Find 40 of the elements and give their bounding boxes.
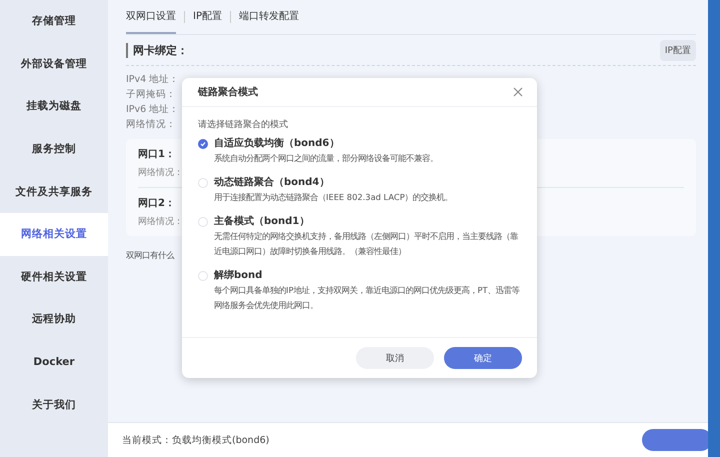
option-title: 动态链路聚合（bond4） (214, 176, 330, 190)
option-title: 自适应负载均衡（bond6） (214, 137, 340, 151)
tab[interactable]: IP配置 (193, 0, 222, 34)
radio-button[interactable] (198, 139, 208, 149)
sidebar-item[interactable]: 硬件相关设置 (0, 256, 108, 298)
sidebar-item[interactable]: Docker (0, 340, 108, 384)
sidebar-item[interactable]: 挂载为磁盘 (0, 85, 108, 128)
sidebar-item[interactable]: 外部设备管理 (0, 42, 108, 86)
dialog-prompt: 请选择链路聚合的模式 (198, 118, 289, 131)
info-label: 网络情况： (126, 118, 176, 131)
dialog-title: 链路聚合模式 (198, 86, 258, 99)
info-label: 子网掩码： (126, 88, 176, 101)
current-mode-text: 当前模式：负载均衡模式(bond6) (122, 434, 270, 446)
option-description: 每个网口具备单独的IP地址，支持双网关，靠近电源口的网口优先级更高，PT、迅雷等网络服务会优先使用此网口。 (214, 284, 521, 312)
port-name: 网口2： (138, 197, 175, 210)
option-description: 无需任何特定的网络交换机支持，备用线路（左侧网口）平时不启用，当主要线路（靠近电源口网口）故障时切换备用线路。（兼容性最佳） (214, 230, 520, 258)
option-title: 主备模式（bond1） (214, 215, 310, 229)
sidebar-item[interactable]: 远程协助 (0, 298, 108, 341)
option-description: 系统自动分配两个网口之间的流量，部分网络设备可能不兼容。 (214, 152, 438, 165)
ip-config-button[interactable]: IP配置 (660, 40, 696, 60)
port-name: 网口1： (138, 148, 175, 161)
section-title: 网卡绑定： (126, 42, 188, 58)
sidebar-item[interactable]: 服务控制 (0, 128, 108, 170)
option-description: 用于连接配置为动态链路聚合（IEEE 802.3ad LACP）的交换机。 (214, 191, 453, 204)
sidebar-item[interactable]: 文件及共享服务 (0, 170, 108, 213)
close-icon[interactable] (513, 87, 523, 97)
cancel-button[interactable]: 取消 (356, 347, 434, 369)
info-label: IPv4 地址： (126, 73, 180, 86)
confirm-button[interactable]: 确定 (444, 347, 522, 369)
option-title: 解绑bond (214, 269, 264, 283)
sidebar-item[interactable]: 存储管理 (0, 0, 108, 43)
sidebar-item[interactable]: 关于我们 (0, 383, 108, 426)
info-label: IPv6 地址： (126, 103, 180, 116)
port-status-label: 网络情况： (138, 166, 183, 179)
tab[interactable]: 端口转发配置 (238, 0, 299, 34)
faq-link[interactable]: 双网口有什么 (126, 250, 174, 261)
sidebar-item[interactable]: 网络相关设置 (0, 212, 108, 256)
tab[interactable]: 双网口设置 (126, 0, 176, 34)
check-icon (200, 141, 206, 147)
port-status-label: 网络情况： (138, 216, 183, 228)
